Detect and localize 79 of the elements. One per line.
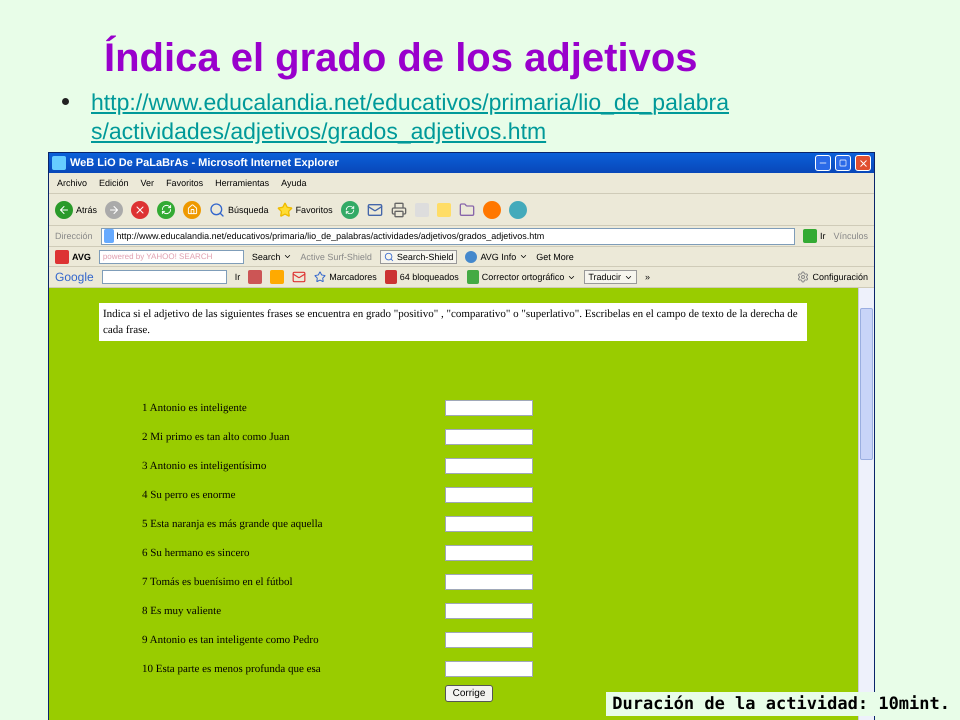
- instructions-text: Indica si el adjetivo de las siguientes frases se encuentra en grado "positivo" , "comparativo" o "superlativo". Escribelas en el campo de texto de la derecha de cada frase.: [99, 303, 807, 341]
- answer-field[interactable]: [445, 458, 533, 474]
- question-text: 6 Su hermano es sincero: [142, 547, 251, 559]
- folder-icon[interactable]: [458, 202, 475, 218]
- home-icon[interactable]: [183, 200, 202, 218]
- mail-icon[interactable]: [292, 270, 306, 284]
- mail-icon[interactable]: [366, 202, 383, 218]
- answer-field[interactable]: [445, 429, 533, 445]
- question-text: 7 Tomás es buenísimo en el fútbol: [142, 576, 294, 588]
- scroll-thumb[interactable]: [860, 308, 873, 460]
- question-text: 10 Esta parte es menos profunda que esa: [142, 663, 322, 675]
- settings-icon: [797, 271, 810, 283]
- correct-button[interactable]: Corrige: [445, 685, 493, 702]
- back-button[interactable]: Atrás: [55, 200, 98, 218]
- star-icon: [314, 271, 326, 283]
- menu-item[interactable]: Archivo: [55, 178, 90, 188]
- star-icon: [276, 202, 293, 218]
- popup-blocker-button[interactable]: 64 bloqueados: [384, 270, 459, 284]
- stop-icon[interactable]: [131, 200, 150, 218]
- maximize-icon: [839, 159, 847, 167]
- toolbar-icon[interactable]: [248, 270, 262, 284]
- address-field[interactable]: http://www.educalandia.net/educativos/primaria/lio_de_palabras/actividades/adjetivos/grados_adjetivos.htm: [100, 228, 795, 244]
- menu-item[interactable]: Edición: [97, 178, 131, 188]
- go-button[interactable]: Ir: [234, 272, 240, 282]
- more-button[interactable]: »: [645, 272, 650, 282]
- maximize-button[interactable]: [835, 155, 851, 171]
- search-dropdown[interactable]: Search: [252, 252, 292, 262]
- caret-icon: [519, 252, 528, 261]
- answer-field[interactable]: [445, 516, 533, 532]
- menu-item[interactable]: Favoritos: [164, 178, 206, 188]
- address-label: Dirección: [55, 231, 93, 241]
- browser-icon: [52, 156, 66, 170]
- close-button[interactable]: [855, 155, 871, 171]
- avg-logo-icon: [55, 250, 69, 264]
- refresh-icon[interactable]: [157, 200, 176, 218]
- close-icon: [858, 158, 868, 168]
- question-text: 1 Antonio es inteligente: [142, 402, 248, 414]
- question-text: 5 Esta naranja es más grande que aquella: [142, 518, 324, 530]
- menu-item[interactable]: Herramientas: [213, 178, 272, 188]
- forward-icon[interactable]: [105, 200, 124, 218]
- answer-field[interactable]: [445, 487, 533, 503]
- caret-icon: [283, 252, 292, 261]
- answer-field[interactable]: [445, 603, 533, 619]
- answer-field[interactable]: [445, 661, 533, 677]
- question-text: 3 Antonio es inteligentísimo: [142, 460, 268, 472]
- menu-item[interactable]: Ayuda: [279, 178, 308, 188]
- bookmarks-button[interactable]: Marcadores: [314, 271, 377, 283]
- search-button[interactable]: Búsqueda: [209, 202, 269, 218]
- avg-button[interactable]: AVG: [55, 250, 91, 264]
- toolbar-icon[interactable]: [270, 270, 284, 284]
- question-text: 9 Antonio es tan inteligente como Pedro: [142, 634, 320, 646]
- question-text: 2 Mi primo es tan alto como Juan: [142, 431, 291, 443]
- favorites-button[interactable]: Favoritos: [276, 202, 333, 218]
- back-icon: [55, 200, 73, 218]
- spellcheck-button[interactable]: Corrector ortográfico: [466, 270, 576, 284]
- slide-title: Índica el grado de los adjetivos: [104, 34, 698, 82]
- address-url: http://www.educalandia.net/educativos/primaria/lio_de_palabras/actividades/adjetivos/grados_adjetivos.htm: [116, 231, 544, 241]
- avg-info-button[interactable]: AVG Info: [465, 250, 528, 262]
- search-icon: [384, 252, 394, 262]
- translate-button[interactable]: Traducir: [584, 270, 638, 284]
- bullet-icon: [62, 98, 69, 105]
- menu-item[interactable]: Ver: [138, 178, 156, 188]
- question-text: 8 Es muy valiente: [142, 605, 222, 617]
- get-more-button[interactable]: Get More: [536, 252, 574, 262]
- minimize-button[interactable]: [815, 155, 831, 171]
- search-shield-button[interactable]: Search-Shield: [380, 250, 458, 264]
- google-search-field[interactable]: [102, 270, 227, 284]
- answer-field[interactable]: [445, 574, 533, 590]
- answer-field[interactable]: [445, 545, 533, 561]
- answer-field[interactable]: [445, 400, 533, 416]
- window-title: WeB LiO De PaLaBrAs - Microsoft Internet Explorer: [70, 157, 340, 169]
- google-logo: Google: [55, 270, 94, 284]
- question-text: 4 Su perro es enorme: [142, 489, 236, 501]
- go-button[interactable]: Ir: [802, 229, 826, 243]
- search-icon: [209, 202, 226, 218]
- print-icon[interactable]: [390, 202, 407, 218]
- history-icon[interactable]: [340, 200, 359, 218]
- settings-button[interactable]: Configuración: [797, 271, 868, 283]
- answer-field[interactable]: [445, 632, 533, 648]
